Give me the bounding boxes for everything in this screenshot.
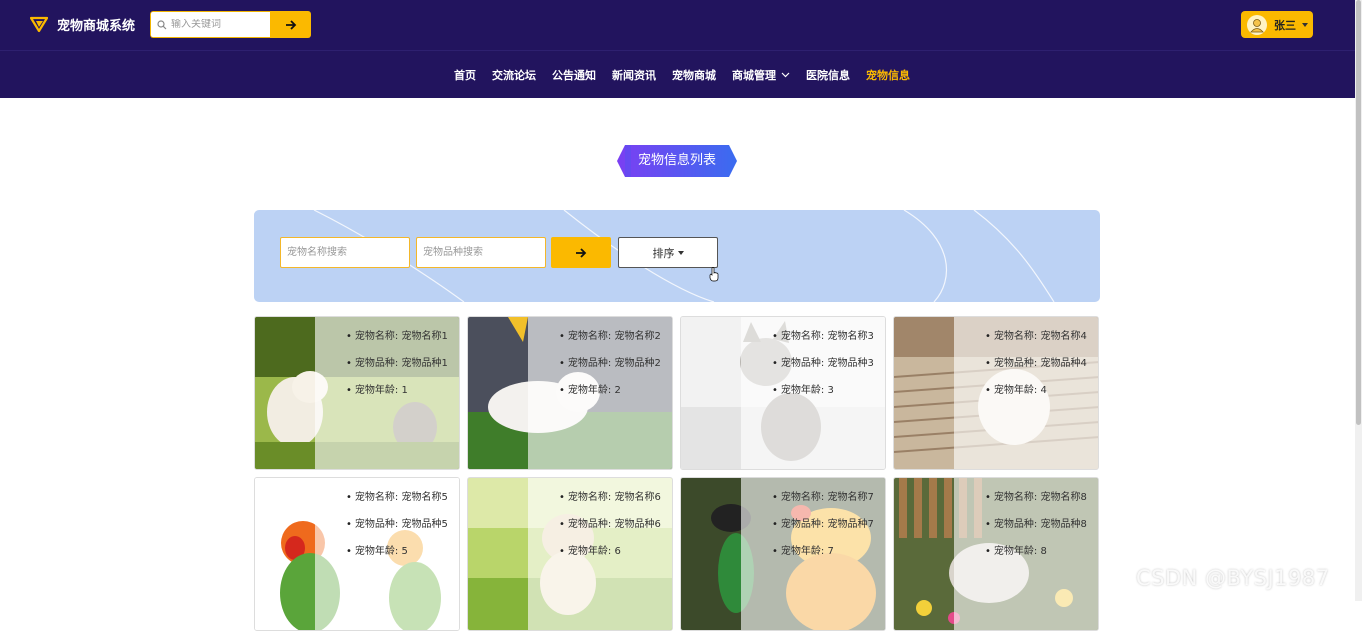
pet-name: 宠物名称: 宠物名称2	[559, 330, 661, 343]
caret-down-icon	[677, 250, 684, 255]
app-title: 宠物商城系统	[57, 19, 136, 34]
pet-age: 宠物年龄: 2	[559, 384, 661, 397]
pet-name: 宠物名称: 宠物名称7	[772, 491, 874, 504]
filter-panel: 排序	[254, 210, 1100, 302]
caret-down-icon	[1302, 22, 1308, 27]
search-input[interactable]	[171, 19, 267, 30]
pet-name: 宠物名称: 宠物名称4	[985, 330, 1087, 343]
nav-item-notices[interactable]: 公告通知	[552, 67, 596, 83]
pet-card[interactable]: 宠物名称: 宠物名称5 宠物品种: 宠物品种5 宠物年龄: 5	[254, 477, 460, 631]
pet-card[interactable]: 宠物名称: 宠物名称2 宠物品种: 宠物品种2 宠物年龄: 2	[467, 316, 673, 470]
nav-item-news[interactable]: 新闻资讯	[612, 67, 656, 83]
pet-name: 宠物名称: 宠物名称3	[772, 330, 874, 343]
search-field	[150, 11, 270, 38]
pet-breed: 宠物品种: 宠物品种4	[985, 357, 1087, 370]
search-icon	[157, 19, 167, 29]
pet-age: 宠物年龄: 8	[985, 545, 1087, 558]
sort-dropdown-button[interactable]: 排序	[618, 237, 718, 268]
filter-search-button[interactable]	[551, 237, 611, 268]
page-scrollbar[interactable]	[1355, 0, 1362, 601]
arrow-right-icon	[576, 247, 587, 258]
pet-card[interactable]: 宠物名称: 宠物名称3 宠物品种: 宠物品种3 宠物年龄: 3	[680, 316, 886, 470]
pet-card[interactable]: 宠物名称: 宠物名称6 宠物品种: 宠物品种6 宠物年龄: 6	[467, 477, 673, 631]
pet-breed: 宠物品种: 宠物品种5	[346, 518, 448, 531]
hand-cursor-icon	[709, 267, 719, 282]
pet-name: 宠物名称: 宠物名称1	[346, 330, 448, 343]
pet-info-list: 宠物名称: 宠物名称6 宠物品种: 宠物品种6 宠物年龄: 6	[559, 491, 661, 572]
pet-card[interactable]: 宠物名称: 宠物名称7 宠物品种: 宠物品种7 宠物年龄: 7	[680, 477, 886, 631]
chevron-down-icon	[781, 72, 790, 77]
section-title: 宠物信息列表	[617, 145, 737, 177]
pet-breed-field	[416, 237, 546, 268]
pet-name: 宠物名称: 宠物名称6	[559, 491, 661, 504]
pet-info-list: 宠物名称: 宠物名称7 宠物品种: 宠物品种7 宠物年龄: 7	[772, 491, 874, 572]
pet-breed-search-input[interactable]	[417, 238, 545, 267]
pet-age: 宠物年龄: 3	[772, 384, 874, 397]
pet-age: 宠物年龄: 1	[346, 384, 448, 397]
section-title-text: 宠物信息列表	[637, 153, 716, 168]
nav-item-pet-shop[interactable]: 宠物商城	[672, 67, 716, 83]
pet-name: 宠物名称: 宠物名称5	[346, 491, 448, 504]
pet-age: 宠物年龄: 5	[346, 545, 448, 558]
nav-item-forum[interactable]: 交流论坛	[492, 67, 536, 83]
user-menu-button[interactable]: 张三	[1241, 11, 1313, 38]
pet-card[interactable]: 宠物名称: 宠物名称4 宠物品种: 宠物品种4 宠物年龄: 4	[893, 316, 1099, 470]
pet-age: 宠物年龄: 4	[985, 384, 1087, 397]
header-search	[150, 11, 311, 38]
pet-info-list: 宠物名称: 宠物名称3 宠物品种: 宠物品种3 宠物年龄: 3	[772, 330, 874, 411]
pet-card[interactable]: 宠物名称: 宠物名称1 宠物品种: 宠物品种1 宠物年龄: 1	[254, 316, 460, 470]
pet-breed: 宠物品种: 宠物品种7	[772, 518, 874, 531]
nav-item-shop-management[interactable]: 商城管理	[732, 67, 790, 83]
pet-name-search-input[interactable]	[281, 238, 409, 267]
pet-breed: 宠物品种: 宠物品种3	[772, 357, 874, 370]
user-name: 张三	[1274, 18, 1296, 32]
user-avatar-icon	[1250, 18, 1264, 32]
pet-breed: 宠物品种: 宠物品种6	[559, 518, 661, 531]
pet-info-list: 宠物名称: 宠物名称8 宠物品种: 宠物品种8 宠物年龄: 8	[985, 491, 1087, 572]
pet-breed: 宠物品种: 宠物品种1	[346, 357, 448, 370]
nav-item-home[interactable]: 首页	[454, 67, 476, 83]
sort-label: 排序	[652, 246, 675, 260]
pet-info-list: 宠物名称: 宠物名称2 宠物品种: 宠物品种2 宠物年龄: 2	[559, 330, 661, 411]
scrollbar-thumb[interactable]	[1356, 0, 1361, 425]
pet-age: 宠物年龄: 6	[559, 545, 661, 558]
watermark-text: CSDN @BYSJ1987	[1136, 566, 1330, 590]
pet-breed: 宠物品种: 宠物品种8	[985, 518, 1087, 531]
pet-card[interactable]: 宠物名称: 宠物名称8 宠物品种: 宠物品种8 宠物年龄: 8	[893, 477, 1099, 631]
pet-info-list: 宠物名称: 宠物名称4 宠物品种: 宠物品种4 宠物年龄: 4	[985, 330, 1087, 411]
pet-breed: 宠物品种: 宠物品种2	[559, 357, 661, 370]
pet-name-field	[280, 237, 410, 268]
avatar	[1247, 14, 1267, 35]
pet-info-list: 宠物名称: 宠物名称5 宠物品种: 宠物品种5 宠物年龄: 5	[346, 491, 448, 572]
pet-name: 宠物名称: 宠物名称8	[985, 491, 1087, 504]
pet-info-list: 宠物名称: 宠物名称1 宠物品种: 宠物品种1 宠物年龄: 1	[346, 330, 448, 411]
arrow-right-icon	[285, 19, 296, 30]
nav-item-pet-info[interactable]: 宠物信息	[866, 67, 910, 83]
main-nav: 首页 交流论坛 公告通知 新闻资讯 宠物商城 商城管理 医院信息 宠物信息	[0, 51, 1356, 98]
nav-item-hospital[interactable]: 医院信息	[806, 67, 850, 83]
nav-menu: 首页 交流论坛 公告通知 新闻资讯 宠物商城 商城管理 医院信息 宠物信息	[446, 51, 918, 98]
search-button[interactable]	[270, 11, 311, 38]
pet-age: 宠物年龄: 7	[772, 545, 874, 558]
top-header: 宠物商城系统 张三	[0, 0, 1356, 51]
logo-icon	[30, 16, 48, 33]
